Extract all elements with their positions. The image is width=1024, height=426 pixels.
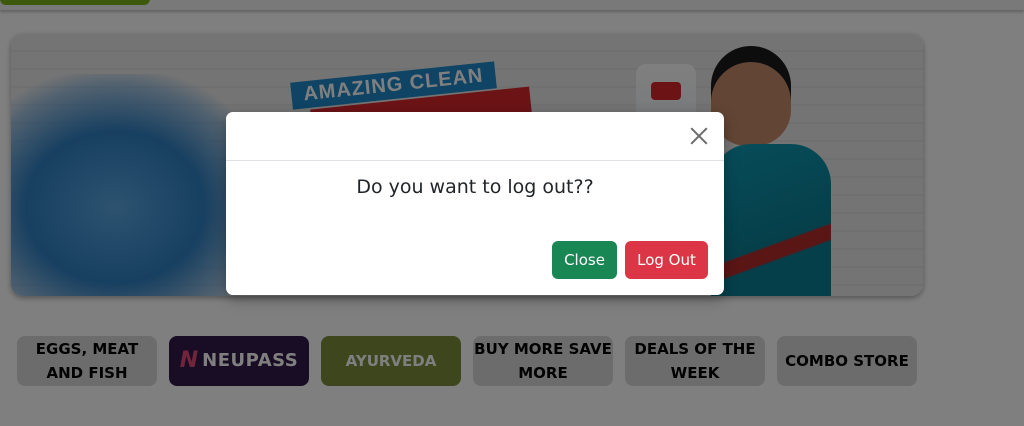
- logout-dialog: Do you want to log out?? Close Log Out: [226, 112, 724, 295]
- dialog-message: Do you want to log out??: [356, 176, 594, 198]
- logout-button[interactable]: Log Out: [625, 241, 708, 279]
- close-icon[interactable]: [687, 124, 711, 148]
- dialog-header: [226, 112, 724, 161]
- close-button[interactable]: Close: [552, 241, 617, 279]
